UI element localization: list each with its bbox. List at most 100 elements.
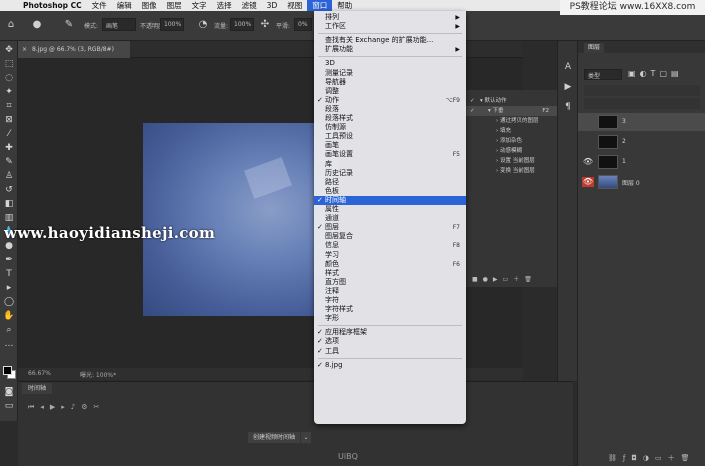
create-video-timeline-button[interactable]: 创建视频时间轴 [248, 432, 301, 443]
visibility-eye-icon[interactable]: 👁 [582, 177, 594, 187]
action-row[interactable]: › 设置 当前图层 [466, 156, 557, 166]
window-menu-item[interactable]: 字符 [314, 296, 466, 305]
menu-item-1[interactable]: 文件 [87, 0, 112, 11]
next-frame-icon[interactable]: ▸ [61, 403, 71, 411]
home-icon[interactable]: ⌂ [4, 18, 18, 32]
pen-tool-icon[interactable]: ✒ [3, 255, 15, 266]
window-menu-item[interactable]: 仿制源 [314, 123, 466, 132]
document-tab[interactable]: × 8.jpg @ 66.7% (3, RGB/8#) [18, 41, 130, 58]
menu-item-2[interactable]: 编辑 [112, 0, 137, 11]
menu-item-7[interactable]: 滤镜 [237, 0, 262, 11]
brush-panel-icon[interactable]: ✎ [62, 18, 76, 32]
menu-item-11[interactable]: 帮助 [332, 0, 357, 11]
previous-frame-icon[interactable]: ◂ [40, 403, 50, 411]
window-menu-item[interactable]: ✓ 工具 [314, 347, 466, 356]
action-check-icon[interactable]: ✓ [470, 106, 475, 116]
action-row[interactable]: ✓ ▾ 下垂 F2 [466, 106, 557, 116]
blend-mode-row[interactable] [584, 85, 700, 96]
window-menu-item[interactable]: ✓ 8.jpg [314, 361, 466, 370]
new-set-icon[interactable]: ▭ [503, 276, 514, 283]
menu-item-5[interactable]: 文字 [187, 0, 212, 11]
character-panel-icon[interactable]: A [562, 61, 574, 73]
flow-field[interactable]: 100% [230, 18, 254, 31]
eraser-tool-icon[interactable]: ◧ [3, 199, 15, 210]
menu-item-4[interactable]: 图层 [162, 0, 187, 11]
menu-item-0[interactable]: Photoshop CC [18, 0, 87, 11]
audio-icon[interactable]: ♪ [71, 403, 81, 411]
window-menu-item[interactable]: 色板 [314, 187, 466, 196]
menu-item-6[interactable]: 选择 [212, 0, 237, 11]
window-menu-item[interactable]: ✓ 时间轴 [314, 195, 466, 205]
quick-mask-icon[interactable]: ◙ [3, 387, 15, 398]
layer-row[interactable]: 👁 1 [578, 153, 705, 171]
document-image[interactable] [143, 123, 338, 316]
window-menu-item[interactable]: 字形 [314, 314, 466, 323]
layers-panel-title[interactable]: 图层 [584, 43, 605, 53]
window-menu-item[interactable]: 通道 [314, 214, 466, 223]
add-mask-icon[interactable]: ◘ [631, 454, 643, 462]
settings-icon[interactable]: ⚙ [81, 403, 93, 411]
link-layers-icon[interactable]: ⛓ [608, 454, 623, 462]
more-tools-icon[interactable]: … [3, 339, 15, 350]
action-row[interactable]: › 添加杂色 [466, 136, 557, 146]
visibility-eye-icon[interactable] [582, 117, 594, 127]
adjustment-layer-icon[interactable]: ◑ [643, 454, 655, 462]
lock-fill-row[interactable] [584, 98, 700, 109]
mode-select[interactable]: 画笔 [102, 18, 136, 31]
delete-layer-icon[interactable]: 🗑 [681, 454, 696, 462]
smooth-field[interactable]: 0% [294, 18, 312, 31]
window-menu-item[interactable]: 字符样式 [314, 305, 466, 314]
screen-mode-icon[interactable]: ▭ [3, 401, 15, 412]
dodge-tool-icon[interactable]: ● [3, 241, 15, 252]
action-row[interactable]: › 动感模糊 [466, 146, 557, 156]
window-menu-item[interactable]: 信息 F8 [314, 241, 466, 250]
crop-tool-icon[interactable]: ⌗ [3, 101, 15, 112]
window-menu-item[interactable]: 注释 [314, 287, 466, 296]
type-tool-icon[interactable]: T [3, 269, 15, 280]
history-brush-tool-icon[interactable]: ↺ [3, 185, 15, 196]
action-row[interactable]: ✓ ▾ 默认动作 [466, 96, 557, 106]
action-row[interactable]: › 填充 [466, 126, 557, 136]
new-action-icon[interactable]: ＋ [513, 276, 524, 283]
play-action-icon[interactable]: ▶ [493, 276, 503, 283]
window-menu-item[interactable]: 扩展功能 ▶ [314, 45, 466, 54]
window-menu-item[interactable]: 路径 [314, 178, 466, 187]
timeline-tab[interactable]: 时间轴 [22, 383, 53, 394]
pressure-opacity-icon[interactable]: ◔ [196, 18, 210, 32]
paragraph-panel-icon[interactable]: ¶ [562, 101, 574, 113]
window-menu-item[interactable]: ✓ 选项 [314, 337, 466, 346]
hand-tool-icon[interactable]: ✋ [3, 311, 15, 322]
window-menu-item[interactable]: 画笔设置 F5 [314, 150, 466, 159]
marquee-tool-icon[interactable]: ⬚ [3, 59, 15, 70]
window-menu-item[interactable]: 查找有关 Exchange 的扩展功能... [314, 36, 466, 45]
visibility-eye-icon[interactable] [582, 137, 594, 147]
pixel-filter-icon[interactable]: ▣ [628, 69, 640, 78]
actions-panel-icon[interactable]: ▶ [562, 81, 574, 93]
zoom-tool-icon[interactable]: ⌕ [3, 325, 15, 336]
window-menu-item[interactable]: 工具预设 [314, 132, 466, 141]
action-check-icon[interactable]: ✓ [470, 96, 475, 106]
airbrush-icon[interactable]: ✣ [258, 18, 272, 32]
path-selection-tool-icon[interactable]: ▸ [3, 283, 15, 294]
window-menu-item[interactable]: 历史记录 [314, 169, 466, 178]
action-row[interactable]: › 通过拷贝的图层 [466, 116, 557, 126]
shape-filter-icon[interactable]: ▢ [659, 69, 671, 78]
frame-tool-icon[interactable]: ⊠ [3, 115, 15, 126]
create-timeline-dropdown-icon[interactable]: ⌄ [301, 432, 311, 443]
window-menu-item[interactable]: 直方图 [314, 278, 466, 287]
visibility-eye-icon[interactable]: 👁 [582, 157, 594, 167]
window-menu-item[interactable]: 属性 [314, 205, 466, 214]
delete-action-icon[interactable]: 🗑 [524, 276, 537, 283]
window-menu-item[interactable]: 颜色 F6 [314, 260, 466, 269]
menu-item-8[interactable]: 3D [262, 0, 283, 11]
opacity-field[interactable]: 100% [160, 18, 184, 31]
window-menu-item[interactable]: 3D [314, 59, 466, 68]
shape-tool-icon[interactable]: ◯ [3, 297, 15, 308]
smart-object-filter-icon[interactable]: ▤ [671, 69, 683, 78]
layer-row[interactable]: 3 [578, 113, 705, 131]
zoom-level[interactable]: 66.67% [28, 370, 51, 377]
menu-item-3[interactable]: 图像 [137, 0, 162, 11]
window-menu-item[interactable]: 段落 [314, 105, 466, 114]
layer-row[interactable]: 👁 图层 0 [578, 173, 705, 191]
window-menu-item[interactable]: 排列 ▶ [314, 13, 466, 22]
